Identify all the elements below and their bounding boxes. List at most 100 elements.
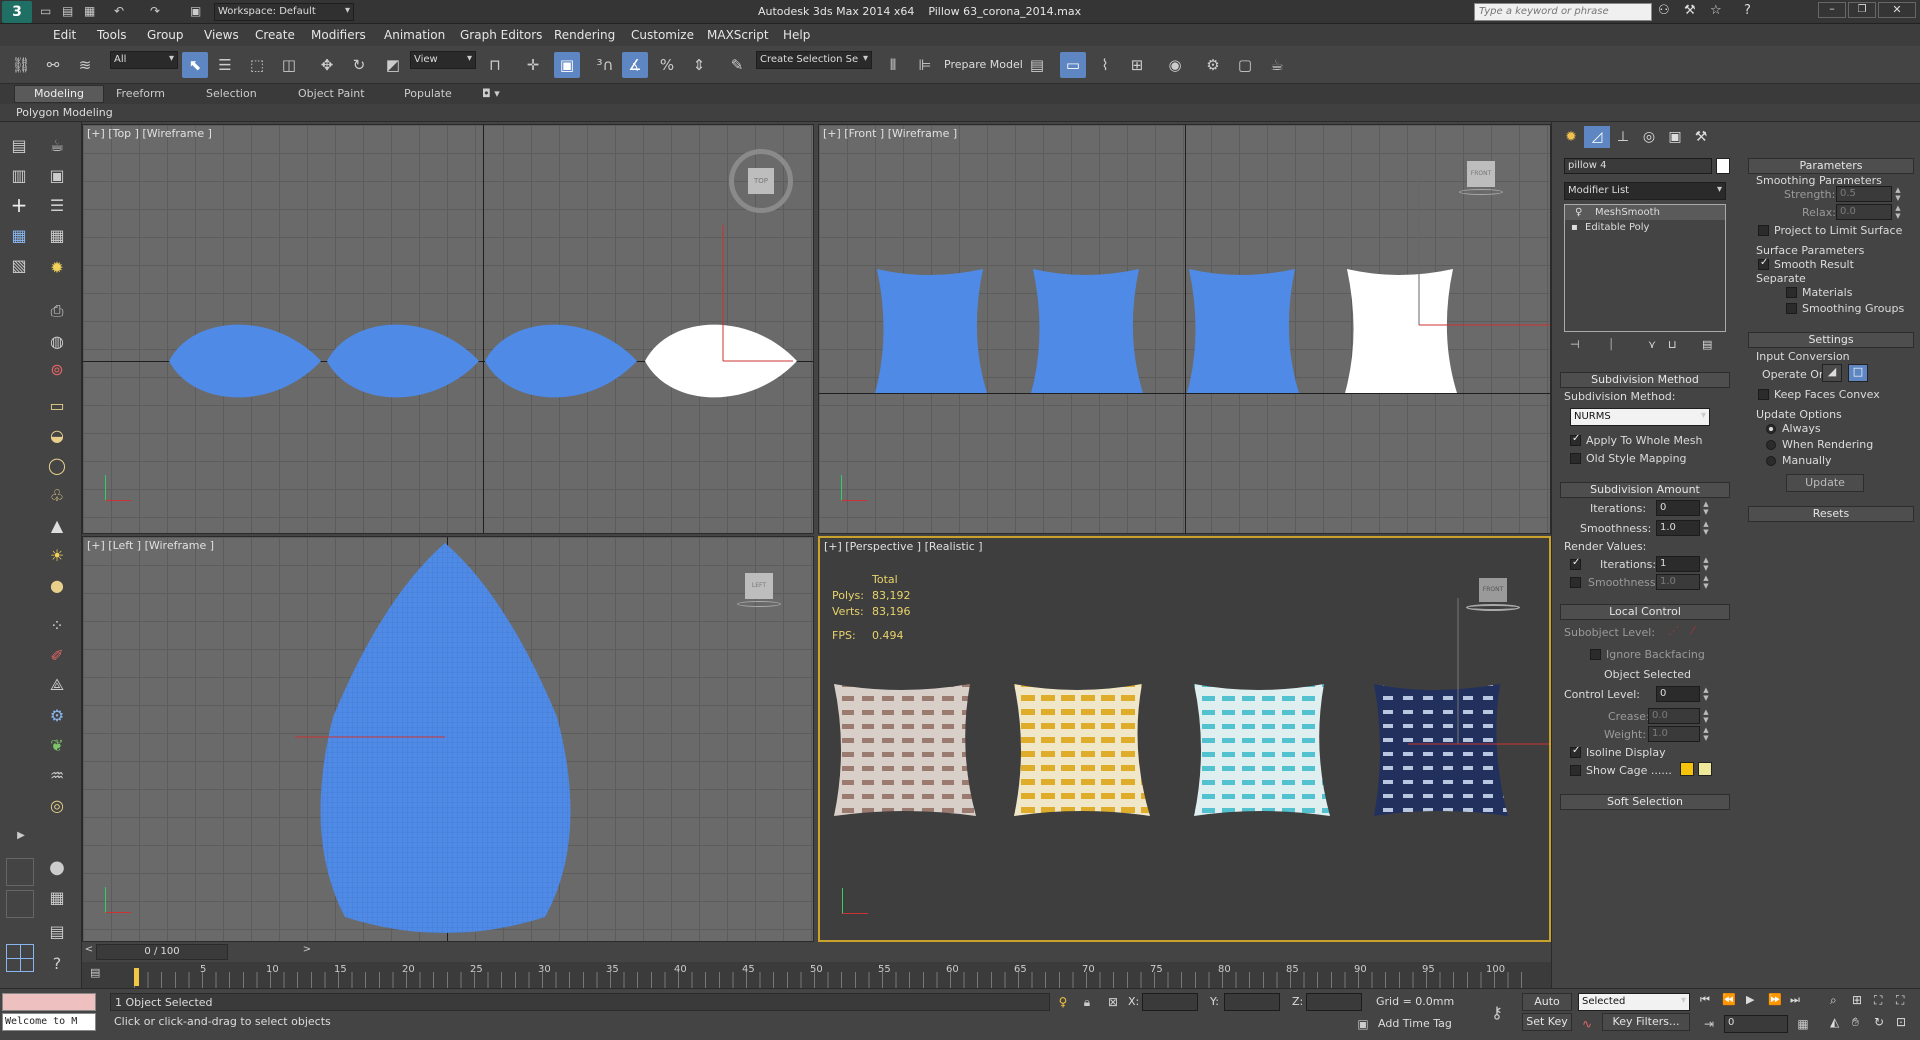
tab-freeform[interactable]: Freeform [116,87,165,100]
edge-subobject-icon[interactable]: ⁄ [1692,624,1694,637]
render-frame-icon[interactable]: ▣ [44,162,70,188]
workspace-dropdown[interactable]: Workspace: Default [214,3,354,21]
prepare-model-label[interactable]: Prepare Model [944,58,1023,71]
rendered-frame-window-icon[interactable]: ▢ [1232,52,1258,78]
control-level-spinner-arrows[interactable]: ▲ ▼ [1702,686,1710,702]
render-setup-icon[interactable]: ⚙ [1200,52,1226,78]
table-icon[interactable]: ▦ [44,222,70,248]
selection-filter-dropdown[interactable]: All [110,51,178,69]
render-iterations-spinner-arrows[interactable]: ▲ ▼ [1702,556,1710,572]
key-mode-icon[interactable]: ⇥ [1700,1015,1718,1033]
pillow-render-4-selected[interactable] [1374,684,1508,816]
layer-select-icon[interactable]: ▦ [6,222,32,248]
hair-icon[interactable]: ♒ [44,762,70,788]
keyboard-shortcut-override-icon[interactable]: ▣ [554,52,580,78]
pillow-top-1[interactable] [169,324,321,398]
teapot-icon[interactable]: ☕ [44,132,70,158]
tab-selection[interactable]: Selection [206,87,257,100]
relax-spinner[interactable]: 0.0 [1836,204,1892,220]
orbit-icon[interactable]: ↻ [1874,1015,1884,1029]
rollout-parameters[interactable]: Parameters [1748,158,1914,174]
viewcube-top[interactable]: TOP [729,149,793,213]
pillow-front-3[interactable] [1187,269,1299,393]
menu-graph-editors[interactable]: Graph Editors [460,28,542,42]
next-frame-icon[interactable]: ⏩ [1768,993,1782,1006]
material-sphere-icon[interactable]: ● [44,854,70,880]
smoothing-groups-checkbox[interactable] [1786,303,1797,314]
audio-icon[interactable]: ◍ [44,328,70,354]
viewcube-face[interactable]: LEFT [745,573,773,599]
layer-add-icon[interactable]: ▥ [6,162,32,188]
materials-checkbox[interactable] [1786,287,1797,298]
rollout-subdivision-amount[interactable]: Subdivision Amount [1560,482,1730,498]
tab-modeling[interactable]: Modeling [14,85,104,103]
zoom-extents-all-icon[interactable]: ⛶ [1896,993,1904,1008]
camera-icon[interactable]: ⎙ [44,298,70,324]
key-filters-button[interactable]: Key Filters... [1602,1013,1690,1031]
save-file-icon[interactable]: ▦ [84,4,95,18]
rollout-local-control[interactable]: Local Control [1560,604,1730,620]
menu-maxscript[interactable]: MAXScript [707,28,769,42]
make-unique-icon[interactable]: ⋎ [1648,338,1656,351]
tab-populate[interactable]: Populate [404,87,452,100]
grid-icon[interactable]: ▦ [44,884,70,910]
maxscript-mini-bar[interactable] [2,993,96,1011]
remove-modifier-icon[interactable]: ⊔ [1668,338,1677,351]
smoothness-spinner-arrows[interactable]: ▲ ▼ [1702,520,1710,536]
material-editor-icon[interactable]: ◉ [1162,52,1188,78]
pillow-top-2[interactable] [327,324,479,398]
window-crossing-icon[interactable]: ◫ [276,52,302,78]
layer-manager-icon[interactable]: ▤ [1024,52,1050,78]
crease-spinner-arrows[interactable]: ▲ ▼ [1702,708,1710,724]
weight-spinner[interactable]: 1.0 [1648,726,1700,742]
object-name-field[interactable]: pillow 4 [1564,158,1712,174]
viewport-perspective[interactable]: [+] [Perspective ] [Realistic ] Total Po… [818,536,1551,942]
track-bar[interactable]: ▤ 5 10 15 20 25 30 35 40 45 50 55 60 65 … [82,962,1551,988]
z-coordinate-field[interactable] [1306,993,1362,1011]
viewport-front[interactable]: [+] [Front ] [Wireframe ] FRONT [818,124,1551,534]
mirror-icon[interactable]: ⫴ [880,52,906,78]
hierarchy-tab-icon[interactable]: ⊥ [1610,126,1636,148]
zoom-extents-icon[interactable]: ⛶ [1874,993,1882,1008]
relax-spinner-arrows[interactable]: ▲ ▼ [1894,204,1902,220]
unlink-icon[interactable]: ⚯ [40,52,66,78]
menu-views[interactable]: Views [204,28,239,42]
graphite-toolbar-icon[interactable]: ▭ [1060,52,1086,78]
zoom-icon[interactable]: ⌕ [1830,993,1837,1008]
rollout-resets[interactable]: Resets [1748,506,1914,522]
pillow-front-1[interactable] [875,269,987,393]
plant-icon[interactable]: ♧ [44,482,70,508]
ball-icon[interactable]: ● [44,572,70,598]
box-icon[interactable]: ▭ [44,392,70,418]
render-smoothness-spinner-arrows[interactable]: ▲ ▼ [1702,574,1710,590]
percent-snap-icon[interactable]: % [654,52,680,78]
curve-editor-icon[interactable]: ⌇ [1092,52,1118,78]
play-icon[interactable]: ▶ [1746,993,1754,1006]
layer-tools-icon[interactable]: ▤ [6,132,32,158]
menu-modifiers[interactable]: Modifiers [311,28,366,42]
ignore-backfacing-checkbox[interactable] [1590,649,1601,660]
zoom-all-icon[interactable]: ⊞ [1852,993,1862,1007]
crease-spinner[interactable]: 0.0 [1648,708,1700,724]
pillow-render-2[interactable] [1014,684,1150,816]
iterations-spinner-arrows[interactable]: ▲ ▼ [1702,500,1710,516]
menu-edit[interactable]: Edit [53,28,76,42]
dome-icon[interactable]: ◒ [44,422,70,448]
pillow-render-3[interactable] [1194,684,1330,816]
expand-icon[interactable]: ▪ [1571,220,1578,235]
maxscript-listener[interactable]: Welcome to M [2,1013,96,1031]
set-key-button[interactable]: Set Key [1522,1013,1572,1031]
menu-animation[interactable]: Animation [384,28,445,42]
layer-explorer-icon[interactable]: ▧ [6,252,32,278]
pillow-top-3[interactable] [485,324,637,398]
current-frame-marker[interactable] [134,968,139,986]
render-production-icon[interactable]: ☕ [1264,52,1290,78]
shape-icon[interactable]: ⟁ [44,672,70,698]
strength-spinner[interactable]: 0.5 [1836,186,1892,202]
stack-item-meshsmooth[interactable]: ♀ MeshSmooth [1565,205,1725,220]
rollout-subdivision-method[interactable]: Subdivision Method [1560,372,1730,388]
bind-space-warp-icon[interactable]: ≋ [72,52,98,78]
edit-named-selection-icon[interactable]: ✎ [724,52,750,78]
previous-frame-icon[interactable]: ⏪ [1722,993,1736,1006]
create-tab-icon[interactable]: ✹ [1558,126,1584,148]
